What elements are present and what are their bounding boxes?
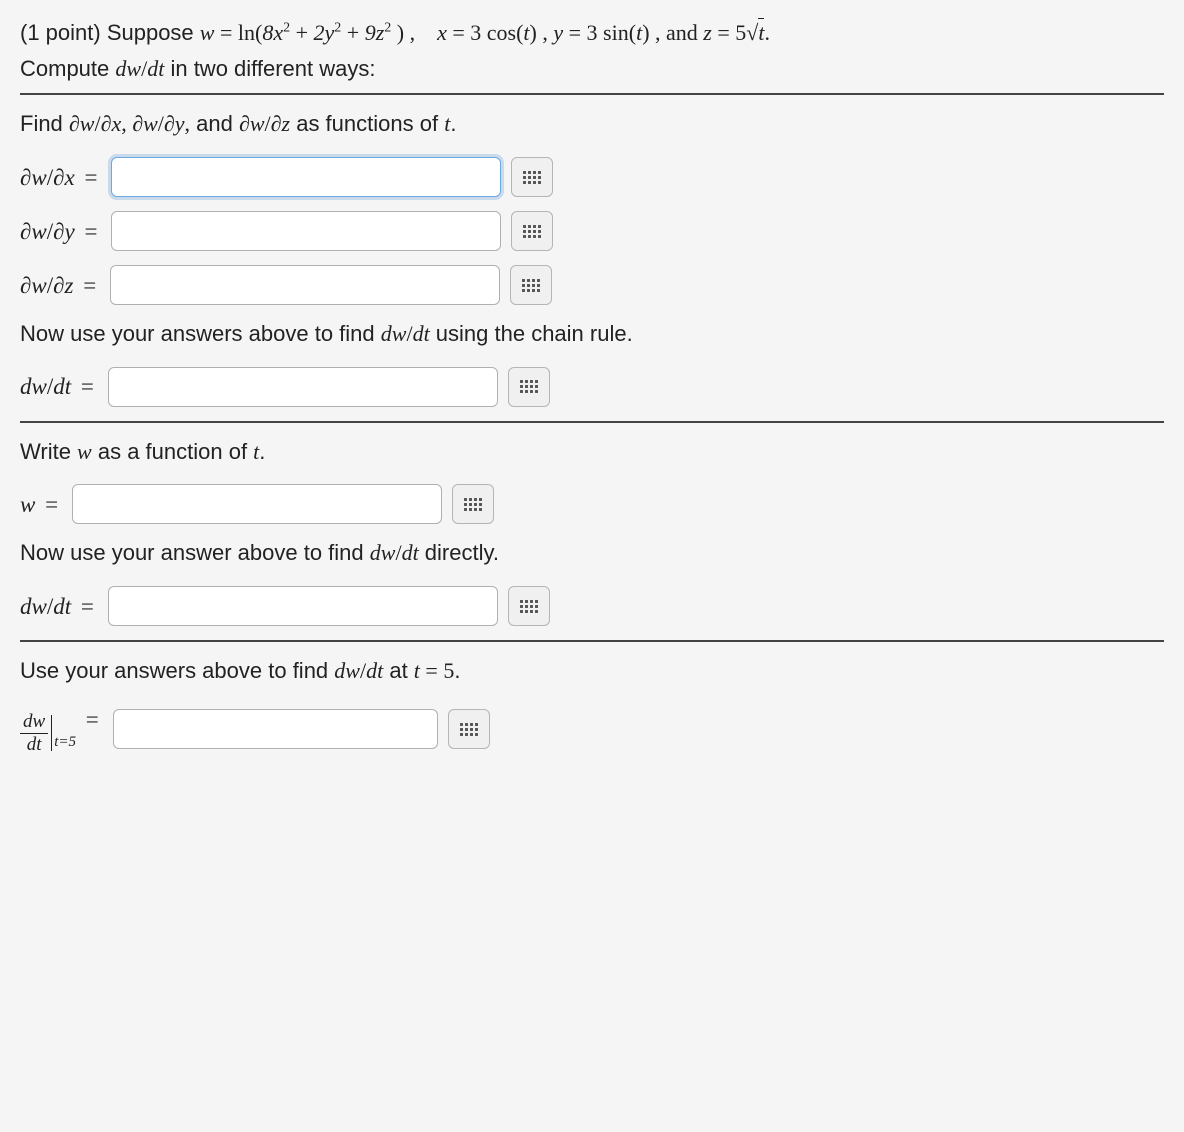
input-dwdt-chain[interactable]: [108, 367, 498, 407]
section4-instr: Now use your answer above to find dw/dt …: [20, 538, 1164, 568]
divider: [20, 93, 1164, 95]
keypad-button[interactable]: [508, 586, 550, 626]
compute-line-prefix: Compute: [20, 56, 115, 81]
keypad-icon: [520, 380, 538, 393]
compute-line-suffix: in two different ways:: [170, 56, 375, 81]
keypad-button[interactable]: [510, 265, 552, 305]
divider: [20, 640, 1164, 642]
row-w: w =: [20, 484, 1164, 524]
input-dwdt-at5[interactable]: [113, 709, 438, 749]
keypad-button[interactable]: [511, 157, 553, 197]
label-dwdy: ∂w/∂y =: [20, 216, 101, 247]
points-prefix: (1 point) Suppose: [20, 20, 200, 45]
keypad-button[interactable]: [452, 484, 494, 524]
keypad-icon: [522, 279, 540, 292]
compute-line-math: dw/dt: [115, 56, 164, 81]
input-dwdz[interactable]: [110, 265, 500, 305]
label-dwdt-direct: dw/dt =: [20, 591, 98, 622]
row-dwdt-chain: dw/dt =: [20, 367, 1164, 407]
keypad-button[interactable]: [448, 709, 490, 749]
label-w: w =: [20, 489, 62, 520]
row-dwdt-at5: dw dt t=5 =: [20, 704, 1164, 755]
section2-instr: Now use your answers above to find dw/dt…: [20, 319, 1164, 349]
input-w[interactable]: [72, 484, 442, 524]
row-dwdt-direct: dw/dt =: [20, 586, 1164, 626]
keypad-icon: [523, 171, 541, 184]
divider: [20, 421, 1164, 423]
keypad-icon: [460, 723, 478, 736]
section3-instr: Write w as a function of t.: [20, 437, 1164, 467]
keypad-button[interactable]: [511, 211, 553, 251]
input-dwdx[interactable]: [111, 157, 501, 197]
keypad-icon: [523, 225, 541, 238]
keypad-icon: [520, 600, 538, 613]
keypad-icon: [464, 498, 482, 511]
row-dwdx: ∂w/∂x =: [20, 157, 1164, 197]
row-dwdy: ∂w/∂y =: [20, 211, 1164, 251]
problem-statement: (1 point) Suppose w = ln(8x2 + 2y2 + 9z2…: [20, 18, 1164, 83]
problem-math: w = ln(8x2 + 2y2 + 9z2 ) , x = 3 cos(t) …: [200, 20, 770, 45]
label-dwdx: ∂w/∂x =: [20, 162, 101, 193]
input-dwdt-direct[interactable]: [108, 586, 498, 626]
row-dwdz: ∂w/∂z =: [20, 265, 1164, 305]
label-dwdt-chain: dw/dt =: [20, 371, 98, 402]
section1-instr: Find ∂w/∂x, ∂w/∂y, and ∂w/∂z as function…: [20, 109, 1164, 139]
section5-instr: Use your answers above to find dw/dt at …: [20, 656, 1164, 686]
label-dwdt-at5: dw dt t=5 =: [20, 704, 103, 755]
input-dwdy[interactable]: [111, 211, 501, 251]
keypad-button[interactable]: [508, 367, 550, 407]
label-dwdz: ∂w/∂z =: [20, 270, 100, 301]
